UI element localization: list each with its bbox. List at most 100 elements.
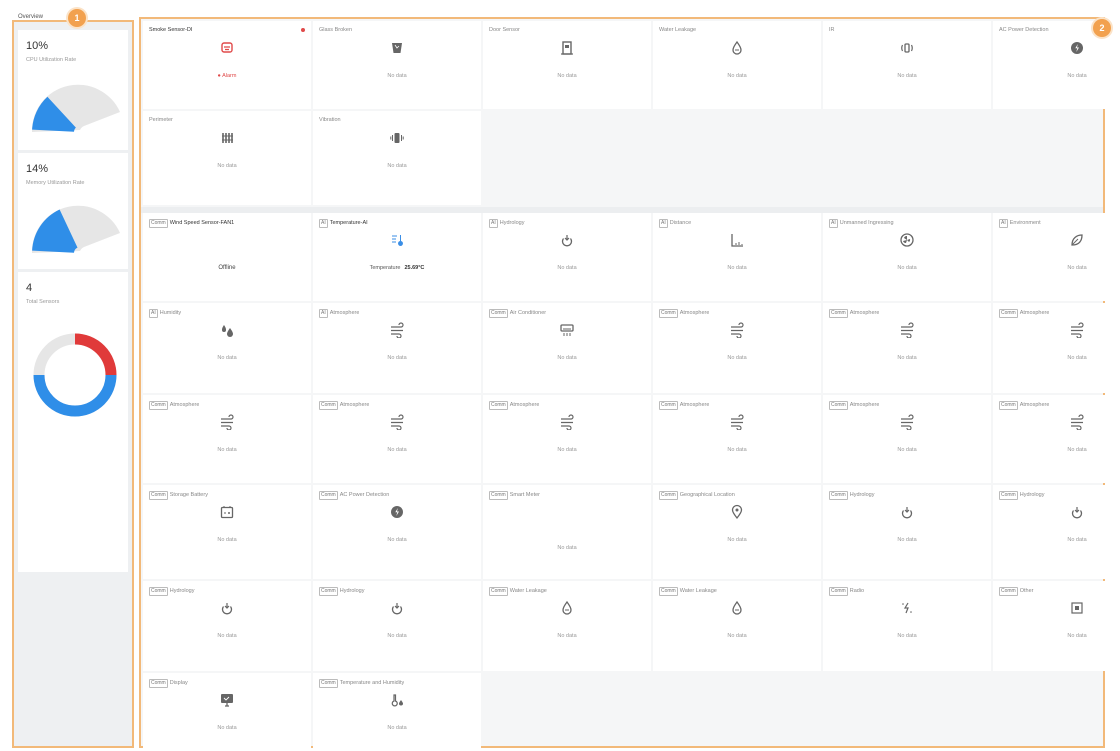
device-card-atmosphere[interactable]: Comm Atmosphere No data [653, 395, 821, 483]
device-name: Unmanned Ingressing [839, 220, 894, 226]
device-card-other[interactable]: Comm Other No data [993, 581, 1120, 671]
device-card-water-leakage[interactable]: Water Leakage No data [653, 21, 821, 109]
device-card-distance[interactable]: AI Distance No data [653, 213, 821, 301]
device-status-text: No data [557, 265, 577, 271]
device-card-vibration[interactable]: Vibration No data [313, 111, 481, 205]
device-name: Hydrology [499, 220, 525, 226]
device-type-tag: Comm [319, 491, 338, 500]
device-card-atmosphere[interactable]: AI Atmosphere No data [313, 303, 481, 393]
device-status: No data [143, 725, 311, 731]
device-grid-panel: Smoke Sensor-DI ● Alarm Glass Broken No … [139, 17, 1120, 748]
device-card-geographical-location[interactable]: Comm Geographical Location No data [653, 485, 821, 579]
device-status-text: No data [897, 633, 917, 639]
device-card-hydrology[interactable]: Comm Hydrology No data [143, 581, 311, 671]
device-status: No data [483, 355, 651, 361]
device-status-text: No data [217, 447, 237, 453]
device-card-temperature-and-humidity[interactable]: Comm Temperature and Humidity No data [313, 673, 481, 748]
total-sensors-value: 4 [26, 282, 33, 294]
device-card-environment[interactable]: AI Environment No data [993, 213, 1120, 301]
device-status: No data [653, 73, 821, 79]
device-card-hydrology[interactable]: Comm Hydrology No data [313, 581, 481, 671]
memory-utilization-label: Memory Utilization Rate [26, 180, 85, 186]
device-card-wind-speed-sensor-fan1[interactable]: Comm Wind Speed Sensor-FAN1 Offline [143, 213, 311, 301]
device-status-text: No data [1067, 633, 1087, 639]
device-status-text: ● Alarm [217, 73, 237, 79]
device-card-air-conditioner[interactable]: Comm Air Conditioner No data [483, 303, 651, 393]
device-card-title: Comm Atmosphere [659, 309, 709, 318]
device-card-hydrology[interactable]: Comm Hydrology No data [823, 485, 991, 579]
device-name: Water Leakage [679, 588, 717, 594]
device-status-text: No data [557, 633, 577, 639]
device-name: Atmosphere [329, 310, 360, 316]
device-card-water-leakage[interactable]: Comm Water Leakage No data [483, 581, 651, 671]
device-card-storage-battery[interactable]: Comm Storage Battery No data [143, 485, 311, 579]
device-card-atmosphere[interactable]: Comm Atmosphere No data [143, 395, 311, 483]
device-card-atmosphere[interactable]: Comm Atmosphere No data [993, 303, 1120, 393]
device-card-title: Smoke Sensor-DI [149, 27, 192, 33]
device-status-text: Offline [218, 265, 236, 271]
device-status: No data [143, 633, 311, 639]
device-status: No data [313, 73, 481, 79]
device-card-radio[interactable]: Comm Radio No data [823, 581, 991, 671]
hydrology-icon [218, 599, 236, 617]
device-status-text: No data [387, 447, 407, 453]
device-name: Hydrology [169, 588, 195, 594]
device-name: Wind Speed Sensor-FAN1 [169, 220, 235, 226]
distance-icon [728, 231, 746, 249]
device-card-perimeter[interactable]: Perimeter No data [143, 111, 311, 205]
device-card-title: AI Unmanned Ingressing [829, 219, 894, 228]
device-type-tag: Comm [149, 219, 168, 228]
device-card-temperature-ai[interactable]: AI Temperature-AI Temperature 25.69°C [313, 213, 481, 301]
device-card-smart-meter[interactable]: Comm Smart Meter No data [483, 485, 651, 579]
device-card-atmosphere[interactable]: Comm Atmosphere No data [823, 395, 991, 483]
device-card-atmosphere[interactable]: Comm Atmosphere No data [313, 395, 481, 483]
overview-callout-badge: 1 [68, 9, 86, 27]
device-name: Temperature and Humidity [339, 680, 405, 686]
device-name: Hydrology [849, 492, 875, 498]
device-status-text: No data [727, 447, 747, 453]
alarm-indicator [301, 28, 305, 32]
device-card-atmosphere[interactable]: Comm Atmosphere No data [993, 395, 1120, 483]
device-card-title: Comm Smart Meter [489, 491, 540, 500]
temperature-icon [388, 231, 406, 249]
perimeter-icon [218, 129, 236, 147]
device-card-atmosphere[interactable]: Comm Atmosphere No data [653, 303, 821, 393]
device-card-smoke-sensor-di[interactable]: Smoke Sensor-DI ● Alarm [143, 21, 311, 109]
device-type-tag: Comm [659, 587, 678, 596]
device-type-tag: Comm [319, 401, 338, 410]
device-status-text: No data [217, 725, 237, 731]
device-card-display[interactable]: Comm Display No data [143, 673, 311, 748]
atmosphere-icon [1068, 321, 1086, 339]
device-status: No data [993, 537, 1120, 543]
water-leak-icon [728, 599, 746, 617]
device-card-ir[interactable]: IR No data [823, 21, 991, 109]
device-name: AC Power Detection [999, 27, 1049, 33]
device-card-title: Comm AC Power Detection [319, 491, 389, 500]
device-card-hydrology[interactable]: Comm Hydrology No data [993, 485, 1120, 579]
device-card-atmosphere[interactable]: Comm Atmosphere No data [823, 303, 991, 393]
device-name: Atmosphere [1019, 310, 1050, 316]
device-card-door-sensor[interactable]: Door Sensor No data [483, 21, 651, 109]
device-status: Offline [143, 265, 311, 271]
device-card-unmanned-ingressing[interactable]: AI Unmanned Ingressing No data [823, 213, 991, 301]
device-card-humidity[interactable]: AI Humidity No data [143, 303, 311, 393]
device-status-text: No data [217, 537, 237, 543]
power-icon [388, 503, 406, 521]
device-name: Radio [849, 588, 865, 594]
atmosphere-icon [1068, 413, 1086, 431]
device-card-title: Comm Atmosphere [319, 401, 369, 410]
device-name: Smoke Sensor-DI [149, 27, 193, 33]
device-status-text: No data [387, 725, 407, 731]
device-card-water-leakage[interactable]: Comm Water Leakage No data [653, 581, 821, 671]
device-card-ac-power-detection[interactable]: Comm AC Power Detection No data [313, 485, 481, 579]
cpu-utilization-label: CPU Utilization Rate [26, 57, 77, 63]
device-card-atmosphere[interactable]: Comm Atmosphere No data [483, 395, 651, 483]
cpu-gauge [31, 84, 120, 132]
device-status-text: No data [1067, 537, 1087, 543]
device-card-hydrology[interactable]: AI Hydrology No data [483, 213, 651, 301]
device-card-glass-broken[interactable]: Glass Broken No data [313, 21, 481, 109]
device-status: No data [313, 725, 481, 731]
device-name: Vibration [319, 117, 341, 123]
device-status-text: No data [387, 355, 407, 361]
hydrology-icon [388, 599, 406, 617]
